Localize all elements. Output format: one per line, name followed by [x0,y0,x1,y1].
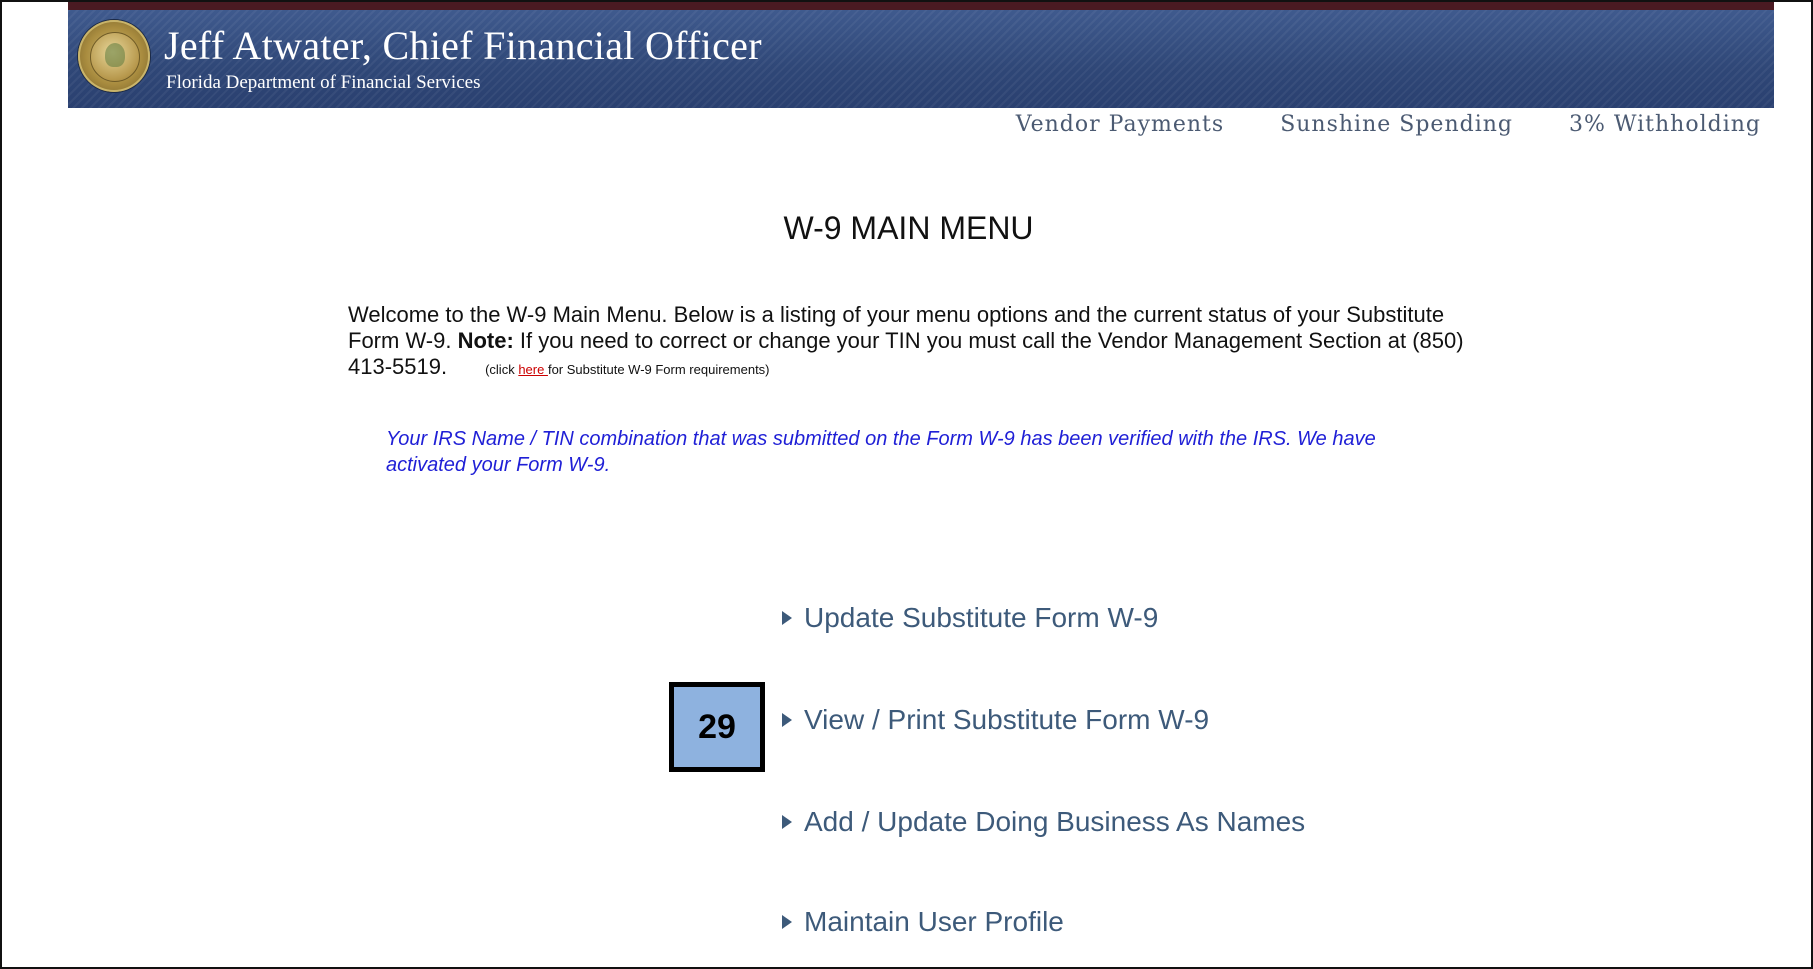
nav-link-sunshine-spending[interactable]: Sunshine Spending [1280,112,1513,137]
seal-inner [90,32,140,82]
triangle-right-icon [782,915,792,929]
page-title: W-9 MAIN MENU [783,210,1034,246]
header-title: Jeff Atwater, Chief Financial Officer [164,23,762,68]
triangle-right-icon [782,611,792,625]
menu-item-label: Update Substitute Form W-9 [804,602,1159,633]
header-top-line [68,2,1774,10]
menu-item-label: Maintain User Profile [804,906,1064,937]
requirements-hint-prefix: (click [485,362,519,377]
menu-item-update-form[interactable]: Update Substitute Form W-9 [782,602,1158,634]
note-label: Note: [457,328,514,353]
top-nav: Vendor Payments Sunshine Spending 3% Wit… [1016,112,1761,137]
nav-link-withholding[interactable]: 3% Withholding [1569,112,1761,137]
florida-seal-icon [78,20,150,92]
menu-item-dba-names[interactable]: Add / Update Doing Business As Names [782,806,1305,838]
site-header-banner: Jeff Atwater, Chief Financial Officer Fl… [68,10,1774,108]
annotation-step-badge: 29 [669,682,765,772]
menu-item-user-profile[interactable]: Maintain User Profile [782,906,1064,938]
nav-link-vendor-payments[interactable]: Vendor Payments [1016,112,1224,137]
menu-item-label: Add / Update Doing Business As Names [804,806,1306,837]
requirements-hint: (click here for Substitute W-9 Form requ… [485,362,769,377]
intro-paragraph: Welcome to the W-9 Main Menu. Below is a… [348,302,1468,383]
requirements-here-link[interactable]: here [518,362,548,377]
requirements-hint-suffix: for Substitute W-9 Form requirements) [547,362,770,377]
header-subtitle: Florida Department of Financial Services [166,72,481,93]
triangle-right-icon [782,713,792,727]
page-frame: Jeff Atwater, Chief Financial Officer Fl… [0,0,1813,969]
menu-item-view-print-form[interactable]: View / Print Substitute Form W-9 [782,704,1209,736]
verification-status-message: Your IRS Name / TIN combination that was… [386,428,1376,476]
triangle-right-icon [782,815,792,829]
menu-item-label: View / Print Substitute Form W-9 [804,704,1210,735]
